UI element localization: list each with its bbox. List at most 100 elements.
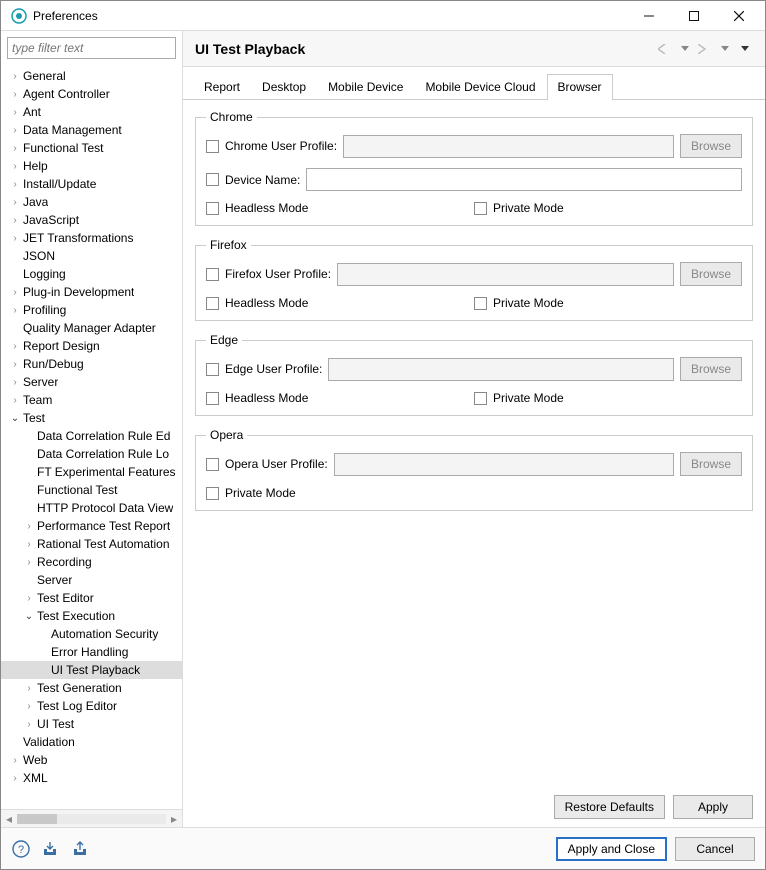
chevron-right-icon[interactable]: › xyxy=(23,557,35,568)
chevron-right-icon[interactable]: › xyxy=(23,701,35,712)
chevron-right-icon[interactable]: › xyxy=(9,215,21,226)
chevron-right-icon[interactable]: › xyxy=(23,683,35,694)
chevron-right-icon[interactable]: › xyxy=(23,719,35,730)
tree-item[interactable]: ›Ant xyxy=(1,103,182,121)
tree-item[interactable]: ›JavaScript xyxy=(1,211,182,229)
edge-browse-button[interactable]: Browse xyxy=(680,357,742,381)
edge-private-checkbox[interactable] xyxy=(474,392,487,405)
chrome-user-profile-input[interactable] xyxy=(343,135,674,158)
back-button[interactable] xyxy=(657,41,673,57)
view-menu-icon[interactable] xyxy=(737,41,753,57)
opera-private-checkbox[interactable] xyxy=(206,487,219,500)
tree-item[interactable]: Validation xyxy=(1,733,182,751)
tree-item[interactable]: ›XML xyxy=(1,769,182,787)
tree-item[interactable]: ⌄Test Execution xyxy=(1,607,182,625)
chevron-down-icon[interactable]: ⌄ xyxy=(9,413,21,424)
tree-item[interactable]: ›Plug-in Development xyxy=(1,283,182,301)
help-icon[interactable]: ? xyxy=(11,839,31,859)
sidebar-hscroll[interactable]: ◂ ▸ xyxy=(1,809,182,827)
tree-item[interactable]: ›Data Management xyxy=(1,121,182,139)
tab-desktop[interactable]: Desktop xyxy=(251,74,317,100)
firefox-browse-button[interactable]: Browse xyxy=(680,262,742,286)
chevron-right-icon[interactable]: › xyxy=(9,107,21,118)
tree-item[interactable]: Automation Security xyxy=(1,625,182,643)
apply-and-close-button[interactable]: Apply and Close xyxy=(556,837,667,861)
chrome-device-name-checkbox[interactable] xyxy=(206,173,219,186)
firefox-user-profile-input[interactable] xyxy=(337,263,674,286)
chevron-right-icon[interactable]: › xyxy=(9,287,21,298)
tree-item[interactable]: JSON xyxy=(1,247,182,265)
tree-item[interactable]: Error Handling xyxy=(1,643,182,661)
tree-item[interactable]: Functional Test xyxy=(1,481,182,499)
chevron-right-icon[interactable]: › xyxy=(9,377,21,388)
chevron-right-icon[interactable]: › xyxy=(23,521,35,532)
tree-item[interactable]: ›Functional Test xyxy=(1,139,182,157)
minimize-button[interactable] xyxy=(626,2,671,30)
chevron-right-icon[interactable]: › xyxy=(9,143,21,154)
tree-item[interactable]: Quality Manager Adapter xyxy=(1,319,182,337)
chevron-right-icon[interactable]: › xyxy=(9,233,21,244)
chevron-right-icon[interactable]: › xyxy=(9,71,21,82)
tree-item[interactable]: Server xyxy=(1,571,182,589)
chrome-headless-checkbox[interactable] xyxy=(206,202,219,215)
tab-report[interactable]: Report xyxy=(193,74,251,100)
chevron-right-icon[interactable]: › xyxy=(9,305,21,316)
tab-mobile-device[interactable]: Mobile Device xyxy=(317,74,414,100)
tree-item[interactable]: Data Correlation Rule Lo xyxy=(1,445,182,463)
tree-item[interactable]: Data Correlation Rule Ed xyxy=(1,427,182,445)
chrome-user-profile-checkbox[interactable] xyxy=(206,140,219,153)
tree-item[interactable]: ›Performance Test Report xyxy=(1,517,182,535)
firefox-private-checkbox[interactable] xyxy=(474,297,487,310)
tree-item[interactable]: ›Test Generation xyxy=(1,679,182,697)
tree-item[interactable]: ›Profiling xyxy=(1,301,182,319)
tree-item[interactable]: ›Recording xyxy=(1,553,182,571)
tree-item[interactable]: ›Test Editor xyxy=(1,589,182,607)
opera-browse-button[interactable]: Browse xyxy=(680,452,742,476)
tree-item[interactable]: ⌄Test xyxy=(1,409,182,427)
tree-item[interactable]: ›Web xyxy=(1,751,182,769)
opera-user-profile-checkbox[interactable] xyxy=(206,458,219,471)
tree-item[interactable]: ›Help xyxy=(1,157,182,175)
back-menu-icon[interactable] xyxy=(677,41,693,57)
tree-item[interactable]: ›Run/Debug xyxy=(1,355,182,373)
firefox-user-profile-checkbox[interactable] xyxy=(206,268,219,281)
tree-item[interactable]: FT Experimental Features xyxy=(1,463,182,481)
edge-user-profile-input[interactable] xyxy=(328,358,674,381)
chevron-right-icon[interactable]: › xyxy=(9,341,21,352)
tree-item[interactable]: ›Java xyxy=(1,193,182,211)
tree-item[interactable]: ›JET Transformations xyxy=(1,229,182,247)
chevron-right-icon[interactable]: › xyxy=(9,359,21,370)
chevron-right-icon[interactable]: › xyxy=(9,179,21,190)
scroll-thumb[interactable] xyxy=(17,814,57,824)
chevron-right-icon[interactable]: › xyxy=(23,539,35,550)
chrome-device-name-input[interactable] xyxy=(306,168,742,191)
chrome-browse-button[interactable]: Browse xyxy=(680,134,742,158)
export-icon[interactable] xyxy=(71,839,91,859)
apply-button[interactable]: Apply xyxy=(673,795,753,819)
tab-browser[interactable]: Browser xyxy=(547,74,613,100)
forward-menu-icon[interactable] xyxy=(717,41,733,57)
tree-item[interactable]: ›Server xyxy=(1,373,182,391)
chevron-right-icon[interactable]: › xyxy=(23,593,35,604)
scroll-left-icon[interactable]: ◂ xyxy=(1,812,17,826)
tree-item[interactable]: UI Test Playback xyxy=(1,661,182,679)
forward-button[interactable] xyxy=(697,41,713,57)
filter-input[interactable] xyxy=(7,37,176,59)
chevron-down-icon[interactable]: ⌄ xyxy=(23,611,35,622)
tree-item[interactable]: ›Report Design xyxy=(1,337,182,355)
tree-item[interactable]: HTTP Protocol Data View xyxy=(1,499,182,517)
chevron-right-icon[interactable]: › xyxy=(9,395,21,406)
chevron-right-icon[interactable]: › xyxy=(9,773,21,784)
tree-item[interactable]: ›General xyxy=(1,67,182,85)
opera-user-profile-input[interactable] xyxy=(334,453,674,476)
chevron-right-icon[interactable]: › xyxy=(9,125,21,136)
tree-item[interactable]: ›Team xyxy=(1,391,182,409)
firefox-headless-checkbox[interactable] xyxy=(206,297,219,310)
edge-headless-checkbox[interactable] xyxy=(206,392,219,405)
tree-item[interactable]: ›Install/Update xyxy=(1,175,182,193)
chrome-private-checkbox[interactable] xyxy=(474,202,487,215)
preferences-tree[interactable]: ›General›Agent Controller›Ant›Data Manag… xyxy=(1,65,182,809)
tab-mobile-device-cloud[interactable]: Mobile Device Cloud xyxy=(414,74,546,100)
scroll-right-icon[interactable]: ▸ xyxy=(166,812,182,826)
import-icon[interactable] xyxy=(41,839,61,859)
